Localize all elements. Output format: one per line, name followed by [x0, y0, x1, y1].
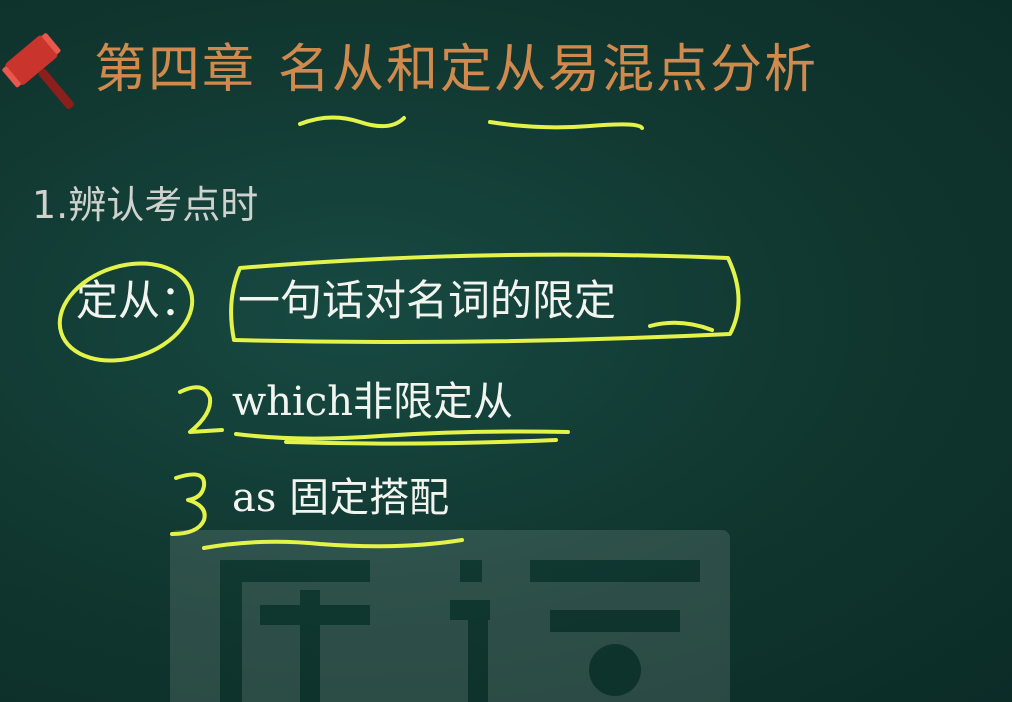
item-keyword: which: [232, 379, 353, 425]
item-keyword: as: [232, 475, 277, 521]
chapter-title: 第四章 名从和定从易混点分析: [94, 44, 818, 96]
blackboard-slide: 第四章 名从和定从易混点分析 1.辨认考点时 定从： 一句话对名词的限定 whic…: [0, 0, 1012, 702]
chapter-name: 名从和定从易混点分析: [278, 40, 819, 100]
section-heading: 1.辨认考点时: [32, 183, 259, 227]
title-underline-left: [298, 115, 406, 129]
item-text: 非限定从: [352, 379, 513, 425]
definition-tick: [648, 320, 714, 332]
title-underline-right: [488, 120, 644, 130]
gavel-icon: [2, 33, 74, 110]
chapter-number: 第四章: [94, 40, 257, 100]
list-item-as: as 固定搭配: [232, 478, 449, 518]
which-underline-2: [284, 438, 558, 446]
definition-text: 一句话对名词的限定: [238, 276, 617, 325]
handwritten-marker-2: [178, 385, 224, 434]
definition-term: 定从：: [76, 276, 203, 325]
list-item-which: which非限定从: [232, 382, 513, 422]
which-underline: [234, 429, 570, 441]
brand-watermark: [170, 530, 730, 702]
item-text: 固定搭配: [276, 475, 450, 521]
